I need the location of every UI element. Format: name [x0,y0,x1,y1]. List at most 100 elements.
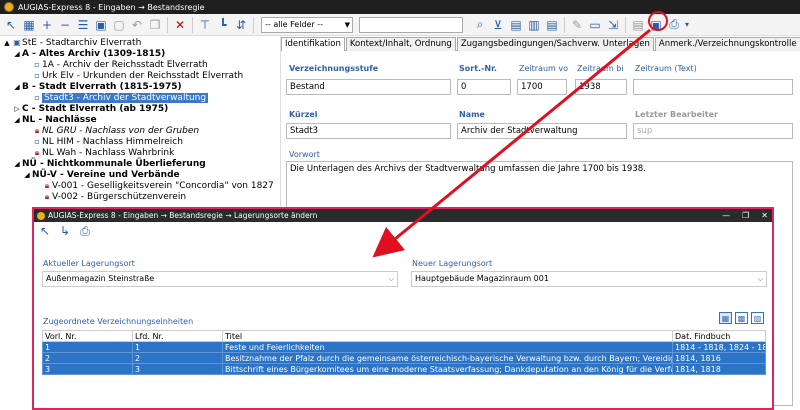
table-row[interactable]: 1 1 Feste und Feierlichkeiten 1814 - 1818, … [42,341,766,353]
tree-node[interactable]: ◢ NÜ - Nichtkommunale Überlieferung [0,158,278,169]
maximize-icon[interactable]: ❐ [742,211,749,220]
filter-icon[interactable]: ⊻ [489,16,507,34]
tree-toggle-icon[interactable]: ◢ [12,116,22,124]
verzeichnungsstufe-field[interactable]: Bestand [286,79,451,95]
tree-node[interactable]: ◢ B - Stadt Elverrath (1815-1975) [0,81,278,92]
tree-structure-icon[interactable]: ┗ [214,16,232,34]
tree-node[interactable]: ▫ Urk Elv - Urkunden der Reichsstadt Elve… [0,70,278,81]
tree-node[interactable]: ◢ A - Altes Archiv (1309-1815) [0,48,278,59]
tab-1[interactable]: Kontext/Inhalt, Ordnung [345,37,456,51]
tab-2[interactable]: Zugangsbedingungen/Sachverw. Unterlagen [456,37,654,51]
list-icon[interactable]: ☰ [74,16,92,34]
tree-node[interactable]: 🔒︎ NL Wah - Nachlass Wahrbrink [0,147,278,158]
table-cell: 1 [132,341,223,353]
record-icon[interactable]: ▭ [586,16,604,34]
column-header[interactable]: Dat. Findbuch [672,330,766,342]
grid-view-switcher: ▦ ▩ ▨ [719,312,764,324]
current-location-select[interactable]: Außenmagazin Steinstraße ⌵ [42,271,398,287]
search-input[interactable] [359,16,463,33]
close-icon[interactable]: ✕ [761,211,768,220]
zeitraum-von-field[interactable]: 1700 [517,79,567,95]
add-icon[interactable]: + [38,16,56,34]
zeitraum-bis-field[interactable]: 1938 [575,79,627,95]
apply-arrow-icon[interactable]: ↳ [56,222,74,240]
column-header[interactable]: Titel [222,330,673,342]
tree-node-label: NL - Nachlässe [22,114,97,125]
column-header[interactable]: Lfd. Nr. [132,330,223,342]
name-field[interactable]: Archiv der Stadtverwaltung [457,123,627,139]
hierarchy-icon[interactable]: ⊤ [196,16,214,34]
table-cell: 2 [132,352,223,364]
tree-node[interactable]: ▫ NL HIM - Nachlass Himmelreich [0,136,278,147]
dialog-toolbar: ↖ ↳ ⎙ [34,222,772,240]
tree-node[interactable]: 🔒︎ V-002 - Bürgerschützenverein [0,191,278,202]
save-icon[interactable]: ▣ [92,16,110,34]
document-icon: ▫ [34,137,40,146]
document-lines-icon[interactable]: ▤ [543,16,561,34]
tab-3[interactable]: Anmerk./Verzeichnungskontrolle [654,37,800,51]
copy-icon[interactable]: ❐ [146,16,164,34]
tree-node[interactable]: ◢ NÜ-V - Vereine und Verbände [0,169,278,180]
table-cell: 1 [42,341,133,353]
save-disabled-icon[interactable]: ▢ [110,16,128,34]
chevron-down-icon[interactable]: ▾ [683,16,691,34]
table-cell: Bittschrift eines Bürgerkomitees um eine… [222,363,673,375]
tree-toggle-icon[interactable]: ◢ [12,160,22,168]
grid-table-icon[interactable]: ▦ [719,312,732,324]
tree-node-label: V-001 - Geselligkeitsverein "Concordia" … [52,180,274,191]
tree-toggle-icon[interactable]: ◢ [12,83,22,91]
export-icon[interactable]: ⇲ [604,16,622,34]
new-location-select[interactable]: Hauptgebäude Magazinraum 001 ⌵ [411,271,767,287]
table-row[interactable]: 2 2 Besitznahme der Pfalz durch die gemein… [42,352,766,364]
archive-tree: ▲ ▣ StE - Stadtarchiv Elverrath ◢ A - Altes … [0,37,278,212]
tree-toggle-icon[interactable]: ▲ [2,39,12,47]
table-cell: 2 [42,352,133,364]
tree-node[interactable]: 🔒︎ NL GRU - Nachlass von der Gruben [0,125,278,136]
document-icon[interactable]: ▤ [507,16,525,34]
undo-icon[interactable]: ↶ [128,16,146,34]
select-arrow-icon[interactable]: ↖ [2,16,20,34]
binoculars-icon[interactable]: ⌕ [471,16,489,34]
grid-view-icon[interactable]: ▦ [20,16,38,34]
tree-node[interactable]: ▷ C - Stadt Elverrath (ab 1975) [0,103,278,114]
tree-node-label: Urk Elv - Urkunden der Reichsstadt Elver… [42,70,244,81]
tab-0[interactable]: Identifikation [281,37,345,51]
tree-node[interactable]: ◢ NL - Nachlässe [0,114,278,125]
tree-node-label: V-002 - Bürgerschützenverein [52,191,187,202]
field-filter-select[interactable]: -- alle Felder -- ▼ [261,16,353,33]
select-arrow-icon[interactable]: ↖ [36,222,54,240]
tree-node[interactable]: 🔒︎ V-001 - Geselligkeitsverein "Concordia… [0,180,278,191]
edit-pencil-icon[interactable]: ✎ [568,16,586,34]
tree-toggle-icon[interactable]: ▷ [12,105,22,113]
document-icon: ▫ [34,93,40,102]
grid-settings-icon[interactable]: ▨ [751,312,764,324]
remove-icon[interactable]: − [56,16,74,34]
kuerzel-field[interactable]: Stadt3 [286,123,451,139]
grid-compact-icon[interactable]: ▩ [735,312,748,324]
zeitraum-text-field[interactable] [633,79,793,95]
move-icon[interactable]: ⇵ [232,16,250,34]
column-header[interactable]: Vorl. Nr. [42,330,133,342]
sortnr-field[interactable]: 0 [457,79,511,95]
new-location-value: Hauptgebäude Magazinraum 001 [415,274,549,283]
print-icon[interactable]: ⎙ [76,222,94,240]
table-row[interactable]: 3 3 Bittschrift eines Bürgerkomitees um ei… [42,363,766,375]
tree-toggle-icon[interactable]: ◢ [12,50,22,58]
document-icon: ▫ [34,71,40,80]
verzeichnungsstufe-label: Verzeichnungsstufe [289,64,379,73]
tree-toggle-icon[interactable]: ◢ [22,171,32,179]
tree-node[interactable]: ▫ 1A - Archiv der Reichsstadt Elverrath [0,59,278,70]
document-list-icon[interactable]: ▥ [525,16,543,34]
window-titlebar: AUGIAS-Express 8 - Eingaben → Bestandsre… [0,0,800,14]
report-icon[interactable]: ▤ [629,16,647,34]
tree-node-label: A - Altes Archiv (1309-1815) [22,48,166,59]
minimize-icon[interactable]: — [722,211,730,220]
delete-icon[interactable]: ✕ [171,16,189,34]
current-location-label: Aktueller Lagerungsort [43,259,135,268]
kuerzel-label: Kürzel [289,110,318,119]
table-cell: 1814 - 1818, 1824 - 18 [672,341,766,353]
tree-node[interactable]: ▫ Stadt3 - Archiv der Stadtverwaltung [0,92,278,103]
document-icon: ▫ [34,60,40,69]
tree-node[interactable]: ▲ ▣ StE - Stadtarchiv Elverrath [0,37,278,48]
tree-node-label: NÜ-V - Vereine und Verbände [32,169,180,180]
